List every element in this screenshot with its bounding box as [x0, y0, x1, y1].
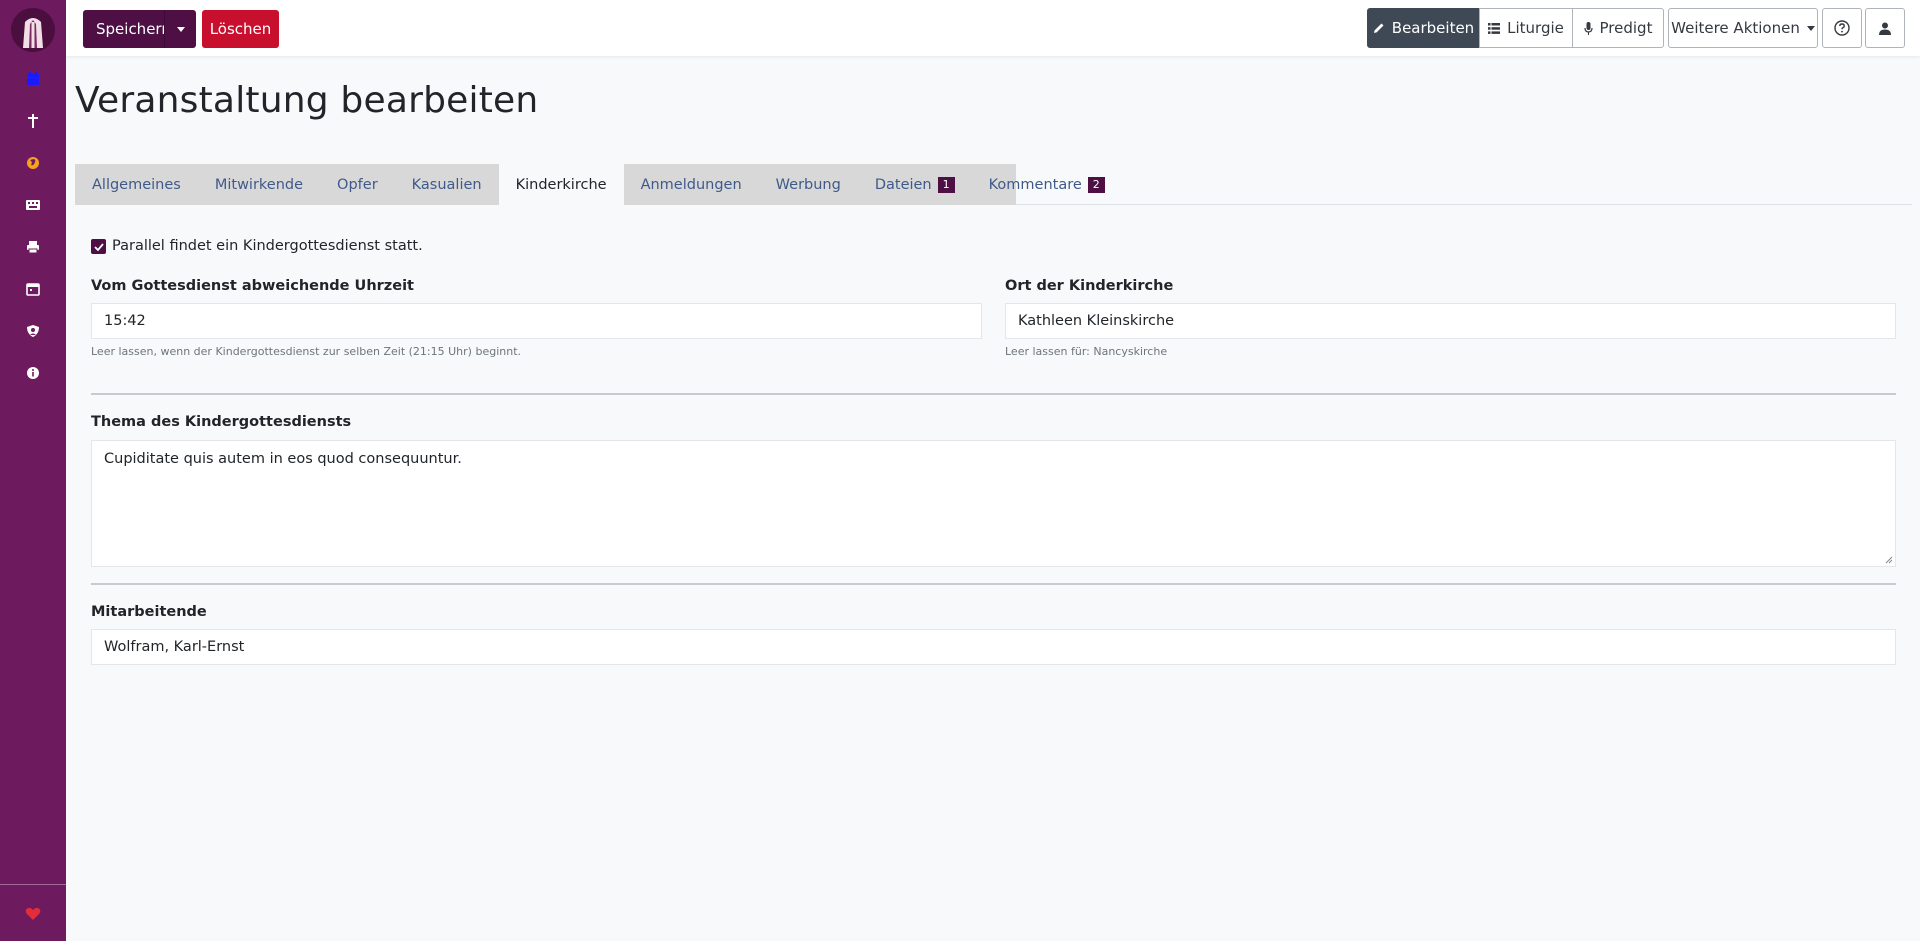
time-input[interactable]: 15:42	[91, 303, 982, 339]
more-actions-label: Weitere Aktionen	[1671, 19, 1800, 37]
edit-button-label: Bearbeiten	[1391, 19, 1475, 37]
save-dropdown-toggle[interactable]	[164, 10, 196, 48]
topic-label: Thema des Kindergottesdiensts	[91, 414, 352, 430]
tab-kasualien[interactable]: Kasualien	[395, 164, 499, 205]
tab-label: Anmeldungen	[640, 176, 742, 193]
count-badge: 2	[1087, 176, 1105, 193]
pencil-icon	[1373, 23, 1384, 33]
tab-kinderkirche[interactable]: Kinderkirche	[498, 164, 624, 205]
caret-down-icon	[176, 26, 185, 32]
topic-textarea[interactable]: Cupiditate quis autem in eos quod conseq…	[91, 440, 1896, 567]
list-icon	[1488, 22, 1501, 34]
top-toolbar: Speichern Löschen Bearbeiten Liturgie Pr…	[66, 0, 1920, 56]
tab-dateien[interactable]: Dateien 1	[858, 164, 972, 205]
tab-bar-border	[1016, 204, 1912, 205]
tab-allgemeines[interactable]: Allgemeines	[75, 164, 198, 205]
tab-label: Kasualien	[411, 176, 482, 193]
parallel-service-label: Parallel findet ein Kindergottesdienst s…	[112, 238, 423, 254]
resize-handle-icon[interactable]	[1885, 556, 1893, 564]
location-help-text: Leer lassen für: Nancyskirche	[1005, 345, 1168, 358]
section-divider	[91, 583, 1896, 585]
tab-label: Mitwirkende	[214, 176, 304, 193]
time-help-text: Leer lassen, wenn der Kindergottesdienst…	[91, 345, 521, 358]
caret-down-icon	[1806, 25, 1815, 31]
save-button[interactable]: Speichern	[83, 10, 171, 48]
edit-button[interactable]: Bearbeiten	[1367, 8, 1480, 48]
globe-icon[interactable]	[22, 152, 44, 174]
check-icon	[93, 242, 104, 251]
liturgy-button[interactable]: Liturgie	[1479, 8, 1573, 48]
staff-input[interactable]: Wolfram, Karl-Ernst	[91, 629, 1896, 665]
more-actions-dropdown[interactable]: Weitere Aktionen	[1668, 8, 1818, 48]
user-menu-button[interactable]	[1865, 8, 1905, 48]
tab-bar: Allgemeines Mitwirkende Opfer Kasualien …	[75, 164, 1105, 205]
calendar-alt-icon[interactable]	[22, 278, 44, 300]
location-input[interactable]: Kathleen Kleinskirche	[1005, 303, 1896, 339]
tab-werbung[interactable]: Werbung	[759, 164, 858, 205]
delete-button-label: Löschen	[209, 20, 272, 38]
user-icon	[1879, 22, 1891, 35]
tab-kommentare[interactable]: Kommentare 2	[972, 164, 1122, 205]
tab-label: Allgemeines	[92, 176, 181, 193]
tab-opfer[interactable]: Opfer	[320, 164, 395, 205]
tab-label: Kommentare	[988, 176, 1082, 193]
delete-button[interactable]: Löschen	[202, 10, 279, 48]
tab-label: Werbung	[775, 176, 841, 193]
calendar-icon[interactable]	[22, 68, 44, 90]
cross-icon[interactable]	[22, 110, 44, 132]
app-logo[interactable]	[11, 8, 55, 52]
help-button[interactable]	[1822, 8, 1862, 48]
time-label: Vom Gottesdienst abweichende Uhrzeit	[91, 278, 414, 294]
heart-icon[interactable]	[22, 903, 44, 925]
sidebar	[0, 0, 66, 941]
tab-mitwirkende[interactable]: Mitwirkende	[198, 164, 320, 205]
user-shield-icon[interactable]	[22, 320, 44, 342]
sermon-button-label: Predigt	[1599, 19, 1653, 37]
staff-label: Mitarbeitende	[91, 604, 207, 620]
tab-label: Opfer	[337, 176, 378, 193]
keyboard-icon[interactable]	[22, 194, 44, 216]
question-circle-icon	[1834, 20, 1850, 36]
location-label: Ort der Kinderkirche	[1005, 278, 1174, 294]
tab-anmeldungen[interactable]: Anmeldungen	[624, 164, 759, 205]
microphone-icon	[1583, 21, 1593, 35]
info-icon[interactable]	[22, 362, 44, 384]
page-title: Veranstaltung bearbeiten	[75, 80, 539, 121]
parallel-service-checkbox[interactable]	[91, 239, 106, 254]
tab-label: Dateien	[874, 176, 932, 193]
sidebar-divider	[0, 884, 66, 885]
save-button-label: Speichern	[96, 20, 171, 38]
tab-label: Kinderkirche	[515, 176, 607, 193]
printer-icon[interactable]	[22, 236, 44, 258]
topic-text: Cupiditate quis autem in eos quod conseq…	[104, 451, 462, 467]
count-badge: 1	[937, 176, 955, 193]
liturgy-button-label: Liturgie	[1507, 19, 1564, 37]
sermon-button[interactable]: Predigt	[1572, 8, 1664, 48]
section-divider	[91, 393, 1896, 395]
